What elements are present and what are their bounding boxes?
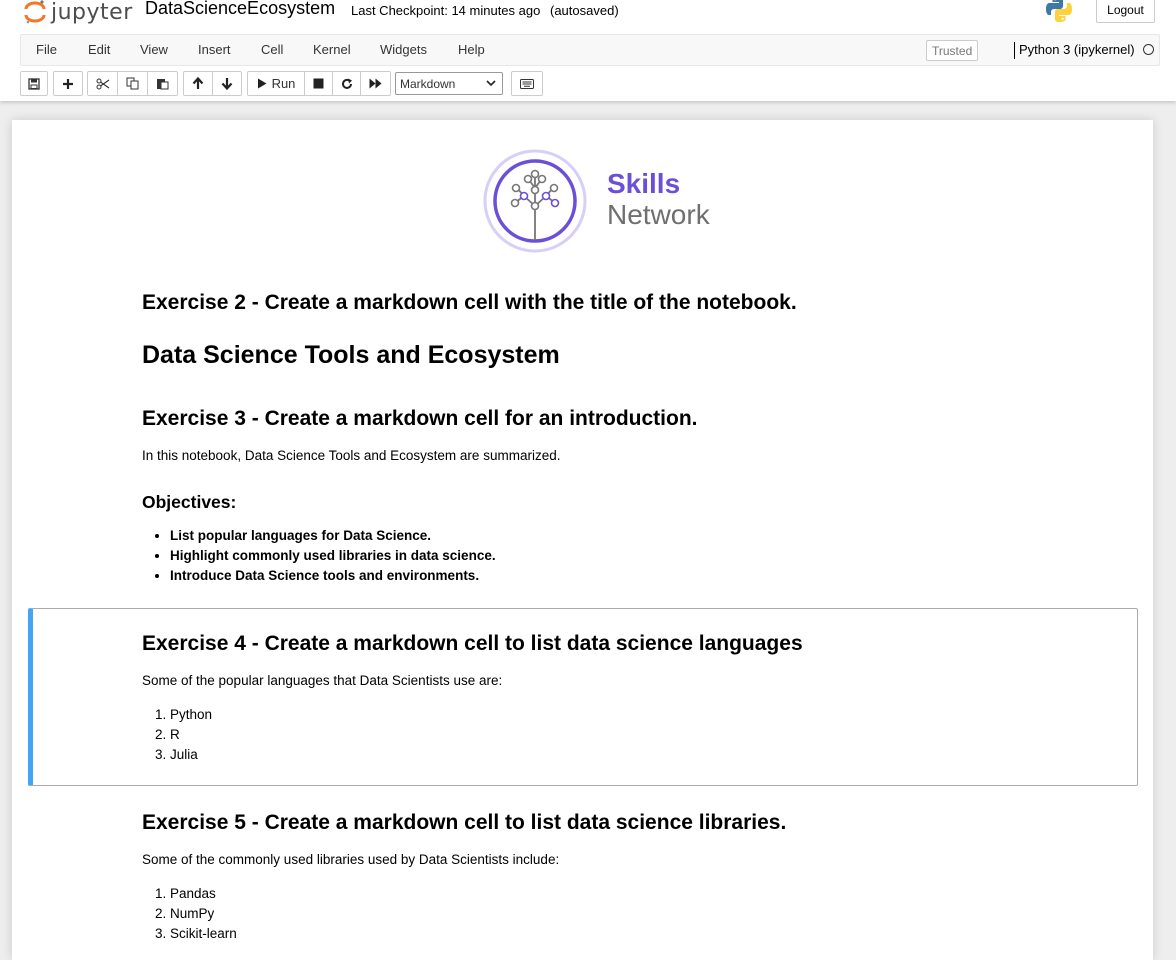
list-item: Julia [170,745,212,765]
menu-view[interactable]: View [140,42,168,57]
exercise-3-heading: Exercise 3 - Create a markdown cell for … [142,407,698,431]
copy-button[interactable] [118,72,148,95]
list-item: Python [170,705,212,725]
move-down-button[interactable] [213,72,241,95]
notebook-header: jupyter DataScienceEcosystem Last Checkp… [0,0,1176,101]
command-palette-button[interactable] [512,72,542,95]
menu-edit[interactable]: Edit [88,42,110,57]
menu-widgets[interactable]: Widgets [380,42,427,57]
menu-kernel[interactable]: Kernel [313,42,351,57]
paste-icon [156,77,169,90]
menu-insert[interactable]: Insert [198,42,231,57]
jupyter-logo-icon [24,0,46,25]
insert-cell-button[interactable] [54,72,82,95]
cell-type-select[interactable]: Markdown [395,72,503,95]
keyboard-group [511,71,543,96]
exercise-4-heading: Exercise 4 - Create a markdown cell to l… [142,632,803,656]
cut-button[interactable] [88,72,118,95]
move-up-button[interactable] [184,72,213,95]
list-item: R [170,725,212,745]
run-group: Run [247,71,391,96]
stop-icon [313,78,324,89]
interrupt-button[interactable] [305,72,333,95]
cell-type-value: Markdown [400,77,455,91]
menu-help[interactable]: Help [458,42,485,57]
plus-icon [62,78,74,90]
restart-run-all-button[interactable] [361,72,390,95]
run-button[interactable]: Run [248,72,305,95]
list-item: Introduce Data Science tools and environ… [170,566,496,586]
move-group [183,71,242,96]
clipboard-group [87,71,178,96]
copy-icon [126,77,139,90]
kernel-idle-icon [1143,44,1154,55]
run-icon [257,78,267,89]
chevron-down-icon [486,77,496,89]
objectives-list: List popular languages for Data Science.… [170,526,496,586]
intro-text: In this notebook, Data Science Tools and… [142,448,560,463]
list-item: List popular languages for Data Science. [170,526,496,546]
save-icon [28,78,40,90]
run-label: Run [272,76,296,91]
fast-forward-icon [369,78,382,89]
kernel-divider [1014,42,1015,59]
list-item: Highlight commonly used libraries in dat… [170,546,496,566]
kernel-name[interactable]: Python 3 (ipykernel) [1019,42,1135,57]
python-logo-icon [1044,0,1074,24]
languages-intro: Some of the popular languages that Data … [142,673,502,688]
notebook-title: Data Science Tools and Ecosystem [142,341,560,370]
banner-line-1: Skills [607,168,680,200]
menu-cell[interactable]: Cell [261,42,283,57]
arrow-down-icon [221,77,233,90]
list-item: NumPy [170,904,237,924]
arrow-up-icon [192,77,204,90]
exercise-2-heading: Exercise 2 - Create a markdown cell with… [142,291,797,315]
skills-network-banner: Skills Network [482,148,742,254]
notebook-name[interactable]: DataScienceEcosystem [145,0,335,19]
save-group [20,71,48,96]
trusted-indicator[interactable]: Trusted [926,40,978,61]
insert-group [53,71,83,96]
libraries-list: Pandas NumPy Scikit-learn [170,884,237,944]
save-button[interactable] [21,72,47,95]
restart-button[interactable] [333,72,361,95]
list-item: Scikit-learn [170,924,237,944]
notebook-container: Skills Network Exercise 2 - Create a mar… [12,120,1153,960]
top-bar: jupyter DataScienceEcosystem Last Checkp… [0,0,1176,34]
libraries-intro: Some of the commonly used libraries used… [142,852,559,867]
banner-line-2: Network [607,199,710,231]
languages-list: Python R Julia [170,705,212,765]
menu-file[interactable]: File [36,42,57,57]
autosave-status: (autosaved) [550,3,619,18]
jupyter-logo-text: jupyter [51,0,133,25]
restart-icon [341,78,353,90]
menu-bar: File Edit View Insert Cell Kernel Widget… [20,34,1160,66]
paste-button[interactable] [148,72,177,95]
skills-network-logo-icon [482,148,588,254]
cut-icon [96,78,110,90]
objectives-heading: Objectives: [142,492,236,513]
logout-button[interactable]: Logout [1096,0,1155,23]
exercise-5-heading: Exercise 5 - Create a markdown cell to l… [142,811,786,835]
checkpoint-status: Last Checkpoint: 14 minutes ago [351,3,540,18]
keyboard-icon [520,79,534,89]
list-item: Pandas [170,884,237,904]
jupyter-logo[interactable]: jupyter [24,0,133,26]
